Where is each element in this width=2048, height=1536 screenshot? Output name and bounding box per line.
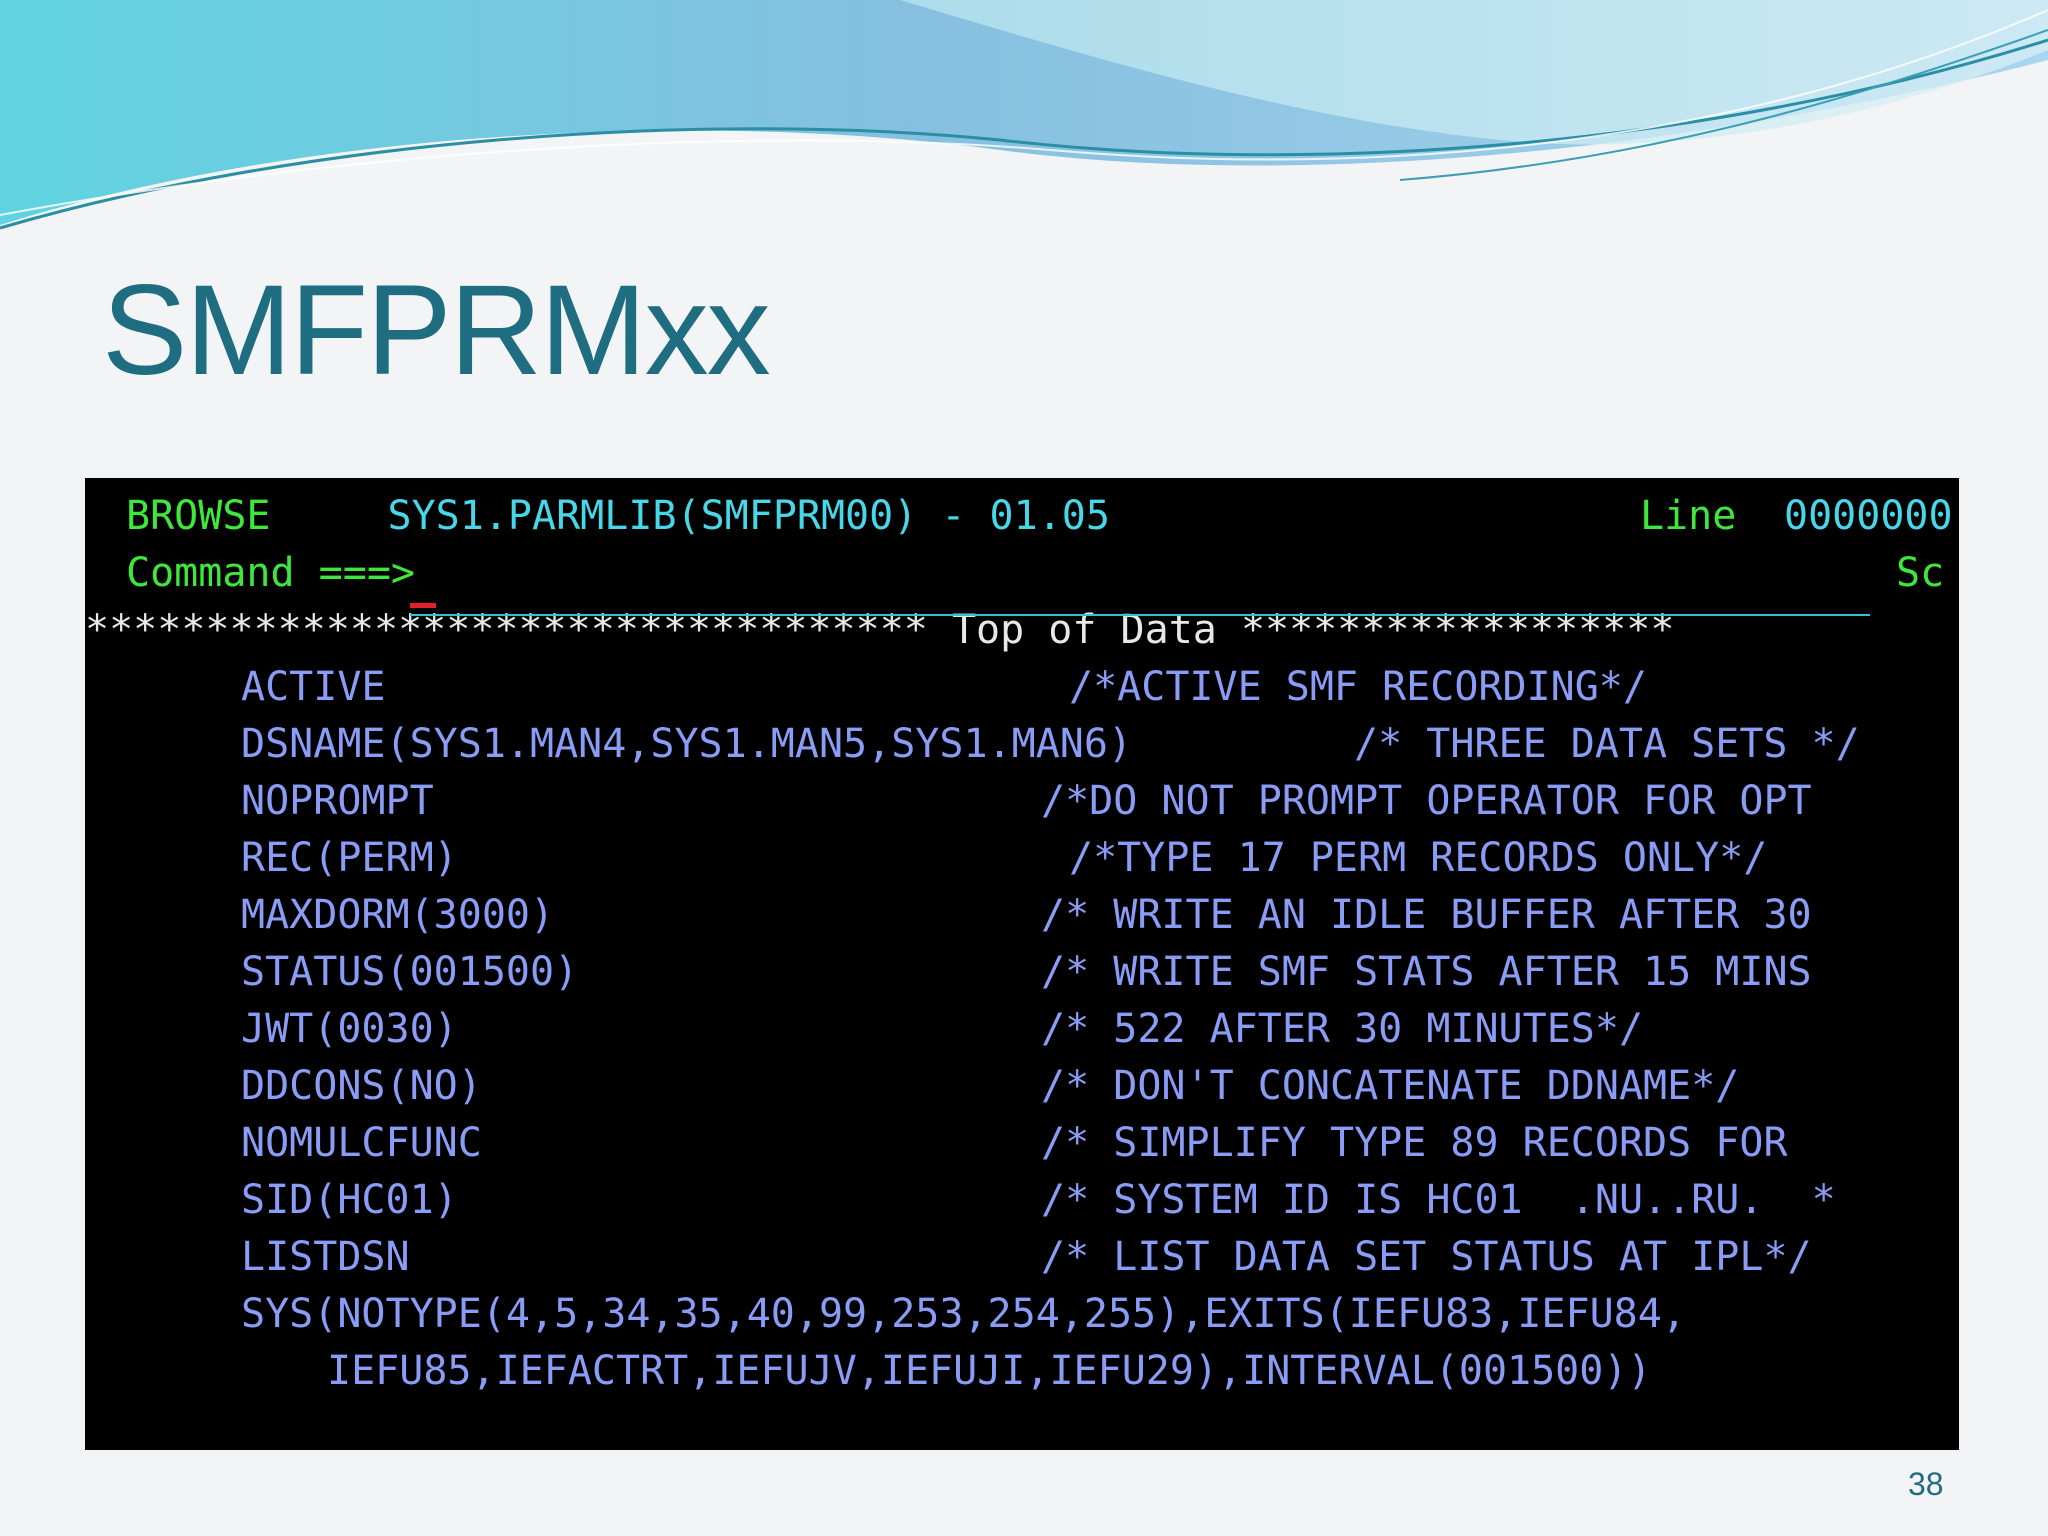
dataset-name: SYS1.PARMLIB(SMFPRM00) - 01.05 — [387, 493, 1110, 539]
browse-mode-label: BROWSE — [126, 493, 271, 539]
line-label: Line — [1640, 493, 1737, 539]
parm-line: DDCONS(NO) /* DON'T CONCATENATE DDNAME*/ — [85, 1058, 1959, 1115]
parm-line: JWT(0030) /* 522 AFTER 30 MINUTES*/ — [85, 1001, 1959, 1058]
sys-line-2: IEFU85,IEFACTRT,IEFUJV,IEFUJI,IEFU29),IN… — [85, 1343, 1959, 1400]
slide: SMFPRMxx BROWSE SYS1.PARMLIB(SMFPRM00) - … — [0, 0, 2048, 1536]
header-wave-decoration — [0, 0, 2048, 230]
parm-comment: /* THREE DATA SETS */ — [1354, 721, 1860, 767]
parm-keyword: DSNAME(SYS1.MAN4,SYS1.MAN5,SYS1.MAN6) — [241, 721, 1133, 767]
line-number: 0000000 — [1784, 493, 1953, 539]
sys-line-1: SYS(NOTYPE(4,5,34,35,40,99,253,254,255),… — [85, 1286, 1959, 1343]
parm-keyword: ACTIVE — [241, 664, 386, 710]
header-row: BROWSE SYS1.PARMLIB(SMFPRM00) - 01.05 Line… — [85, 488, 1959, 545]
parm-line: REC(PERM) /*TYPE 17 PERM RECORDS ONLY*/ — [85, 830, 1959, 887]
parm-comment: /* SIMPLIFY TYPE 89 RECORDS FOR — [1041, 1120, 1788, 1166]
parm-keyword: LISTDSN — [241, 1234, 410, 1280]
command-label: Command ===> — [126, 550, 415, 596]
parm-keyword: NOMULCFUNC — [241, 1120, 482, 1166]
text-cursor — [410, 603, 436, 608]
slide-page-number: 38 — [1908, 1466, 1944, 1502]
parm-keyword: DDCONS(NO) — [241, 1063, 482, 1109]
parm-line: ACTIVE /*ACTIVE SMF RECORDING*/ — [85, 659, 1959, 716]
parm-keyword: JWT(0030) — [241, 1006, 458, 1052]
parm-keyword: NOPROMPT — [241, 778, 434, 824]
slide-title: SMFPRMxx — [102, 259, 771, 402]
parm-keyword: SID(HC01) — [241, 1177, 458, 1223]
sys-parameters-continued: IEFU85,IEFACTRT,IEFUJV,IEFUJI,IEFU29),IN… — [327, 1348, 1652, 1394]
parm-comment: /* 522 AFTER 30 MINUTES*/ — [1041, 1006, 1644, 1052]
parm-comment: /* WRITE AN IDLE BUFFER AFTER 30 — [1041, 892, 1812, 938]
parm-comment: /*DO NOT PROMPT OPERATOR FOR OPT — [1041, 778, 1812, 824]
parm-comment: /* DON'T CONCATENATE DDNAME*/ — [1041, 1063, 1740, 1109]
ispf-browse-terminal: BROWSE SYS1.PARMLIB(SMFPRM00) - 01.05 Line… — [85, 478, 1959, 1450]
parm-keyword: MAXDORM(3000) — [241, 892, 555, 938]
parm-keyword: REC(PERM) — [241, 835, 458, 881]
parm-comment: /* SYSTEM ID IS HC01 .NU..RU. * — [1041, 1177, 1836, 1223]
parm-comment: /*ACTIVE SMF RECORDING*/ — [1069, 664, 1647, 710]
parm-line: DSNAME(SYS1.MAN4,SYS1.MAN5,SYS1.MAN6) /* … — [85, 716, 1959, 773]
sys-parameters: SYS(NOTYPE(4,5,34,35,40,99,253,254,255),… — [241, 1291, 1686, 1337]
parm-comment: /* WRITE SMF STATS AFTER 15 MINS — [1041, 949, 1812, 995]
command-input[interactable] — [410, 562, 1870, 616]
parm-line: SID(HC01) /* SYSTEM ID IS HC01 .NU..RU. * — [85, 1172, 1959, 1229]
parm-keyword: STATUS(001500) — [241, 949, 579, 995]
parm-line: MAXDORM(3000) /* WRITE AN IDLE BUFFER AFT… — [85, 887, 1959, 944]
scroll-label: Sc — [1896, 550, 1945, 596]
parm-line: NOMULCFUNC /* SIMPLIFY TYPE 89 RECORDS FO… — [85, 1115, 1959, 1172]
parm-comment: /*TYPE 17 PERM RECORDS ONLY*/ — [1069, 835, 1768, 881]
parm-comment: /* LIST DATA SET STATUS AT IPL*/ — [1041, 1234, 1812, 1280]
parm-line: STATUS(001500) /* WRITE SMF STATS AFTER 1… — [85, 944, 1959, 1001]
parm-line: NOPROMPT /*DO NOT PROMPT OPERATOR FOR OPT — [85, 773, 1959, 830]
parm-line: LISTDSN /* LIST DATA SET STATUS AT IPL*/ — [85, 1229, 1959, 1286]
